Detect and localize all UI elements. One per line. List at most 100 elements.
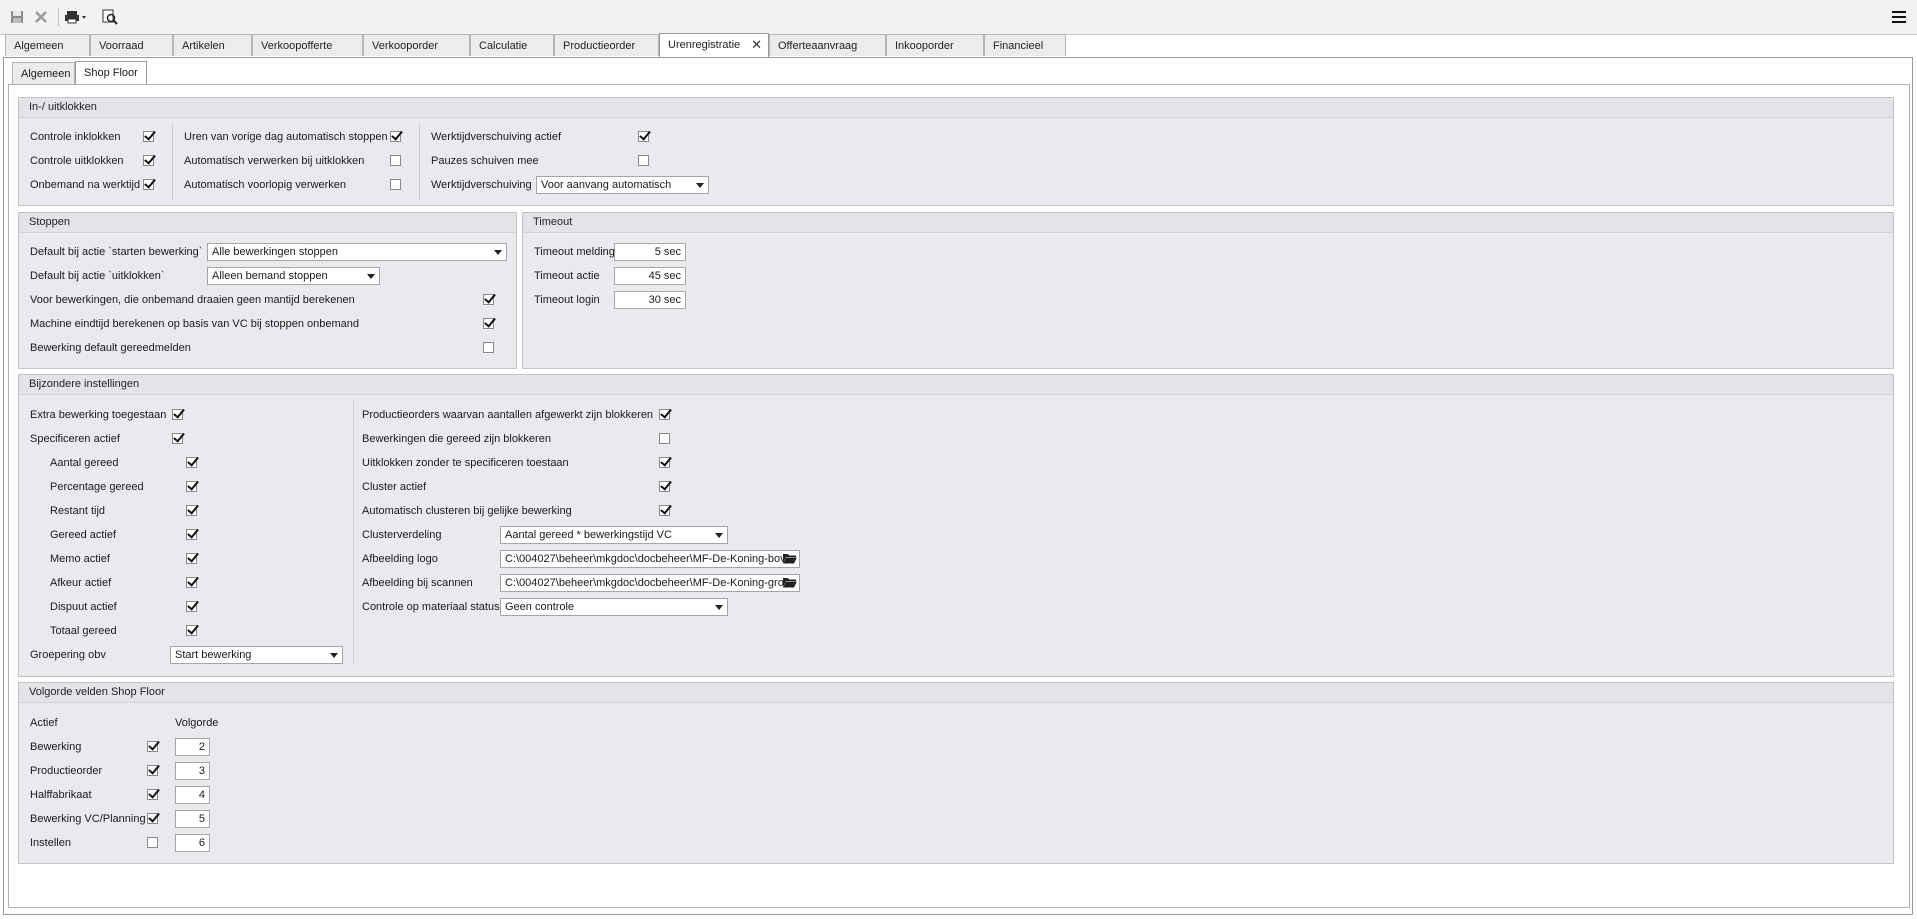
- label-default-starten: Default bij actie `starten bewerking`: [30, 246, 203, 258]
- checkbox-afkeur-actief[interactable]: [186, 577, 197, 588]
- checkbox-geen-mantijd[interactable]: [483, 294, 494, 305]
- checkbox-default-gereedmelden[interactable]: [483, 342, 494, 353]
- checkbox-onbemand-na-werktijd[interactable]: [143, 179, 154, 190]
- subtab-algemeen[interactable]: Algemeen: [12, 62, 75, 84]
- checkbox-productieorder[interactable]: [147, 765, 158, 776]
- panel-volgorde-velden: Volgorde velden Shop Floor: [18, 682, 1894, 864]
- input-volgorde-bewerking-vc-planning[interactable]: 5: [175, 810, 210, 828]
- checkbox-controle-inklokken[interactable]: [143, 131, 154, 142]
- label-gereed-actief: Gereed actief: [50, 529, 117, 541]
- checkbox-machine-eindtijd[interactable]: [483, 318, 494, 329]
- checkbox-automatisch-verwerken[interactable]: [390, 155, 401, 166]
- select-controle-materiaal[interactable]: Geen controle: [500, 598, 728, 616]
- checkbox-specificeren-actief[interactable]: [172, 433, 183, 444]
- panel-bijzondere-instellingen: Bijzondere instellingen: [18, 374, 1894, 677]
- checkbox-totaal-gereed[interactable]: [186, 625, 197, 636]
- checkbox-dispuut-actief[interactable]: [186, 601, 197, 612]
- checkbox-memo-actief[interactable]: [186, 553, 197, 564]
- checkbox-bewerking[interactable]: [147, 741, 158, 752]
- label-controle-materiaal: Controle op materiaal status: [362, 601, 500, 613]
- folder-open-icon[interactable]: [783, 577, 797, 588]
- checkbox-percentage-gereed[interactable]: [186, 481, 197, 492]
- label-afkeur-actief: Afkeur actief: [50, 577, 112, 589]
- label-specificeren-actief: Specificeren actief: [30, 433, 120, 445]
- checkbox-automatisch-clusteren[interactable]: [659, 505, 670, 516]
- checkbox-cluster-actief[interactable]: [659, 481, 670, 492]
- label-controle-inklokken: Controle inklokken: [30, 131, 121, 143]
- tab-verkooporder[interactable]: Verkooporder: [363, 34, 470, 56]
- input-timeout-login[interactable]: 30 sec: [614, 291, 686, 309]
- checkbox-halffabrikaat[interactable]: [147, 789, 158, 800]
- print-icon[interactable]: [64, 7, 90, 27]
- input-timeout-melding[interactable]: 5 sec: [614, 243, 686, 261]
- checkbox-pauzes-schuiven-mee[interactable]: [638, 155, 649, 166]
- checkbox-productieorders-blokkeren[interactable]: [659, 409, 670, 420]
- panel-title: Stoppen: [19, 213, 516, 233]
- checkbox-gereed-actief[interactable]: [186, 529, 197, 540]
- select-groepering[interactable]: Start bewerking: [170, 646, 343, 664]
- panel-timeout: Timeout: [522, 212, 1894, 369]
- select-werktijdverschuiving[interactable]: Voor aanvang automatisch: [536, 176, 709, 194]
- label-totaal-gereed: Totaal gereed: [50, 625, 117, 637]
- save-icon[interactable]: [8, 7, 26, 27]
- checkbox-werktijdverschuiving-actief[interactable]: [638, 131, 649, 142]
- chevron-down-icon: [715, 605, 723, 610]
- label-afbeelding-scannen: Afbeelding bij scannen: [362, 577, 473, 589]
- label-timeout-melding: Timeout melding: [534, 246, 615, 258]
- input-volgorde-halffabrikaat[interactable]: 4: [175, 786, 210, 804]
- checkbox-extra-bewerking[interactable]: [172, 409, 183, 420]
- select-default-starten[interactable]: Alle bewerkingen stoppen: [207, 243, 507, 261]
- label-bewerking: Bewerking: [30, 741, 82, 753]
- input-timeout-actie[interactable]: 45 sec: [614, 267, 686, 285]
- tab-financieel[interactable]: Financieel: [984, 34, 1066, 56]
- tab-voorraad[interactable]: Voorraad: [90, 34, 173, 56]
- folder-open-icon[interactable]: [783, 553, 797, 564]
- tab-offerteaanvraag[interactable]: Offerteaanvraag: [769, 34, 886, 56]
- label-groepering: Groepering obv: [30, 649, 106, 661]
- label-default-uitklokken: Default bij actie `uitklokken`: [30, 270, 165, 282]
- checkbox-uitklokken-zonder-specificeren[interactable]: [659, 457, 670, 468]
- label-memo-actief: Memo actief: [50, 553, 110, 565]
- tab-productieorder[interactable]: Productieorder: [554, 34, 659, 56]
- cancel-icon[interactable]: [32, 7, 50, 27]
- checkbox-controle-uitklokken[interactable]: [143, 155, 154, 166]
- label-machine-eindtijd: Machine eindtijd berekenen op basis van …: [30, 318, 359, 330]
- label-aantal-gereed: Aantal gereed: [50, 457, 119, 469]
- chevron-down-icon: [494, 250, 502, 255]
- input-volgorde-bewerking[interactable]: 2: [175, 738, 210, 756]
- chevron-down-icon: [696, 183, 704, 188]
- label-instellen: Instellen: [30, 837, 71, 849]
- checkbox-aantal-gereed[interactable]: [186, 457, 197, 468]
- label-uren-vorige-dag: Uren van vorige dag automatisch stoppen: [184, 131, 388, 143]
- panel-title: Volgorde velden Shop Floor: [19, 683, 1893, 703]
- close-tab-icon[interactable]: ✕: [751, 34, 762, 56]
- label-cluster-actief: Cluster actief: [362, 481, 427, 493]
- tab-inkooporder[interactable]: Inkooporder: [886, 34, 984, 56]
- tab-urenregistratie[interactable]: Urenregistratie ✕: [659, 33, 769, 57]
- hamburger-menu-icon[interactable]: [1888, 7, 1910, 27]
- label-werktijdverschuiving: Werktijdverschuiving: [431, 179, 532, 191]
- label-productieorders-blokkeren: Productieorders waarvan aantallen afgewe…: [362, 409, 654, 421]
- checkbox-uren-vorige-dag[interactable]: [390, 131, 401, 142]
- checkbox-automatisch-voorlopig[interactable]: [390, 179, 401, 190]
- tab-artikelen[interactable]: Artikelen: [173, 34, 252, 56]
- checkbox-instellen[interactable]: [147, 837, 158, 848]
- tab-algemeen[interactable]: Algemeen: [5, 34, 90, 56]
- label-percentage-gereed: Percentage gereed: [50, 481, 144, 493]
- select-clusterverdeling[interactable]: Aantal gereed * bewerkingstijd VC: [500, 526, 728, 544]
- checkbox-restant-tijd[interactable]: [186, 505, 197, 516]
- input-volgorde-productieorder[interactable]: 3: [175, 762, 210, 780]
- input-volgorde-instellen[interactable]: 6: [175, 834, 210, 852]
- tab-verkoopofferte[interactable]: Verkoopofferte: [252, 34, 363, 56]
- input-afbeelding-scannen[interactable]: C:\004027\beheer\mkgdoc\docbeheer\MF-De-…: [500, 574, 800, 592]
- subtab-shop-floor[interactable]: Shop Floor: [75, 61, 147, 85]
- label-timeout-login: Timeout login: [534, 294, 600, 306]
- tab-calculatie[interactable]: Calculatie: [470, 34, 554, 56]
- select-default-uitklokken[interactable]: Alleen bemand stoppen: [207, 267, 380, 285]
- checkbox-bewerkingen-gereed-blokkeren[interactable]: [659, 433, 670, 444]
- print-preview-icon[interactable]: [100, 7, 120, 27]
- checkbox-bewerking-vc-planning[interactable]: [147, 813, 158, 824]
- label-automatisch-verwerken: Automatisch verwerken bij uitklokken: [184, 155, 365, 167]
- input-afbeelding-logo[interactable]: C:\004027\beheer\mkgdoc\docbeheer\MF-De-…: [500, 550, 800, 568]
- label-default-gereedmelden: Bewerking default gereedmelden: [30, 342, 191, 354]
